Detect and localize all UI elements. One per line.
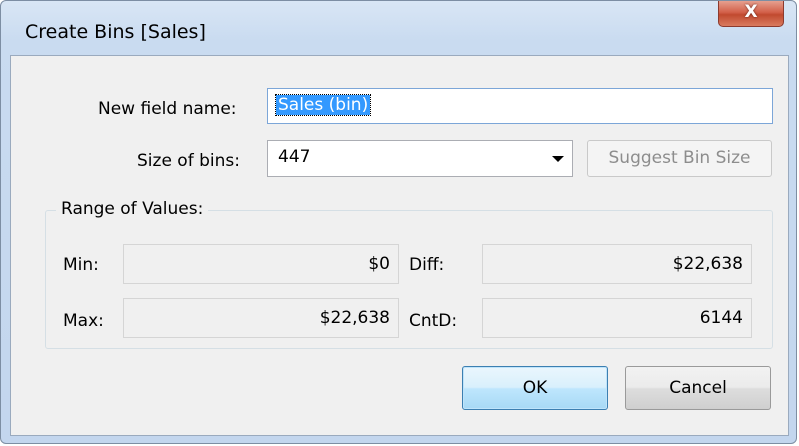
max-value-field: $22,638	[123, 298, 399, 338]
close-button[interactable]: X	[718, 1, 784, 27]
close-icon: X	[744, 2, 758, 22]
range-of-values-title: Range of Values:	[56, 199, 209, 219]
max-label: Max:	[63, 311, 104, 331]
cntd-label: CntD:	[409, 311, 458, 331]
cntd-value-field: 6144	[482, 298, 752, 338]
min-label: Min:	[63, 255, 99, 275]
size-of-bins-value: 447	[278, 147, 311, 167]
new-field-name-label: New field name:	[98, 99, 237, 119]
suggest-bin-size-button[interactable]: Suggest Bin Size	[587, 140, 772, 177]
cancel-button[interactable]: Cancel	[625, 366, 771, 410]
diff-label: Diff:	[409, 255, 445, 275]
dialog-title: Create Bins [Sales]	[25, 21, 206, 43]
chevron-down-icon[interactable]	[552, 156, 564, 162]
ok-button[interactable]: OK	[462, 366, 608, 410]
size-of-bins-combobox[interactable]: 447	[267, 140, 573, 177]
diff-value-field: $22,638	[482, 244, 752, 284]
min-value-field: $0	[123, 244, 399, 284]
new-field-name-value: Sales (bin)	[274, 94, 372, 116]
new-field-name-input[interactable]: Sales (bin)	[267, 88, 773, 124]
title-bar[interactable]: Create Bins [Sales] X	[1, 1, 796, 55]
create-bins-dialog: Create Bins [Sales] X New field name: Sa…	[0, 0, 797, 444]
size-of-bins-label: Size of bins:	[137, 151, 240, 171]
